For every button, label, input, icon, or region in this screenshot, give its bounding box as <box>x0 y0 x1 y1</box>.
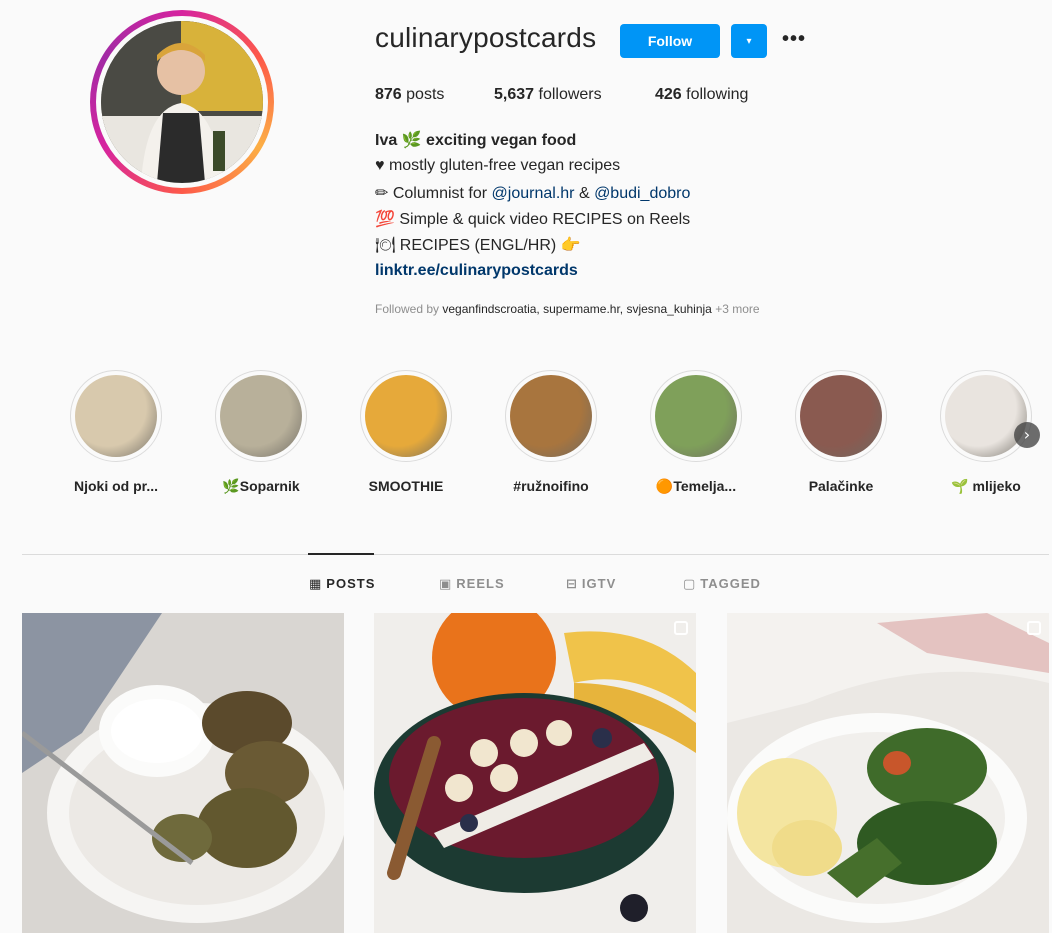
followers-count-value: 5,637 <box>494 86 535 103</box>
highlight-label: Njoki od pr... <box>73 478 158 494</box>
post-thumbnail[interactable] <box>374 613 696 933</box>
post-image-cabbage-rolls <box>727 613 1049 933</box>
bio-line-2-prefix: ✏ Columnist for <box>375 185 492 202</box>
bio-line-2-amp: & <box>574 185 595 202</box>
grid-icon: ▦ <box>309 577 323 592</box>
posts-count-label: posts <box>406 86 445 103</box>
avatar-illustration <box>101 21 263 183</box>
highlight-cover <box>945 375 1027 457</box>
highlight-cover <box>655 375 737 457</box>
followers-count-label: followers <box>538 86 602 103</box>
highlight-ring <box>360 370 452 462</box>
bio-line-2: ✏ Columnist for @journal.hr & @budi_dobr… <box>375 183 690 203</box>
more-icon: ••• <box>782 28 807 50</box>
following-count-value: 426 <box>655 86 682 103</box>
highlight-label: #ružnoifino <box>513 478 589 494</box>
tab-posts-label: POSTS <box>326 576 376 591</box>
highlight-cover <box>510 375 592 457</box>
highlight-ring <box>940 370 1032 462</box>
tab-tagged-label: TAGGED <box>700 576 761 591</box>
highlight-cover <box>220 375 302 457</box>
followers-link[interactable]: 5,637 followers <box>494 86 602 104</box>
highlight-label: SMOOTHIE <box>368 478 444 494</box>
highlight-label: Palačinke <box>808 478 874 494</box>
highlight-label: 🌱 mlijeko <box>951 478 1021 494</box>
highlight-item[interactable]: Palačinke <box>794 370 888 494</box>
chevron-right-icon: › <box>1023 425 1031 444</box>
follow-button[interactable]: Follow <box>620 24 720 58</box>
profile-display-name: Iva 🌿 exciting vegan food <box>375 132 577 149</box>
multiple-images-icon <box>1027 621 1041 635</box>
profile-avatar[interactable] <box>90 10 274 194</box>
multiple-images-icon <box>674 621 688 635</box>
profile-username: culinarypostcards <box>375 22 597 53</box>
highlight-item[interactable]: 🟠Temelja... <box>649 370 743 495</box>
highlight-item[interactable]: #ružnoifino <box>504 370 598 494</box>
active-tab-indicator <box>308 553 374 555</box>
post-thumbnail[interactable] <box>22 613 344 933</box>
highlight-item[interactable]: 🌿Soparnik <box>214 370 308 495</box>
highlight-cover <box>800 375 882 457</box>
bio-line-3: 💯 Simple & quick video RECIPES on Reels <box>375 211 691 228</box>
avatar-photo <box>101 21 263 183</box>
following-link[interactable]: 426 following <box>655 86 748 104</box>
tab-posts[interactable]: ▦ POSTS <box>309 576 375 592</box>
mention-budi-dobro-link[interactable]: @budi_dobro <box>594 185 690 202</box>
more-options-button[interactable]: ••• <box>782 28 806 51</box>
chevron-down-icon: ▾ <box>746 35 752 47</box>
bio-line-4: 🍽 RECIPES (ENGL/HR) 👉 <box>375 237 581 254</box>
suggested-dropdown-button[interactable]: ▾ <box>731 24 767 58</box>
posts-count: 876 posts <box>375 86 444 104</box>
posts-count-value: 876 <box>375 86 402 103</box>
highlight-ring <box>505 370 597 462</box>
tabs-divider <box>22 554 1049 555</box>
highlight-ring <box>795 370 887 462</box>
highlight-ring <box>650 370 742 462</box>
bio-external-link[interactable]: linktr.ee/culinarypostcards <box>375 262 578 280</box>
post-image-smoothie-bowl <box>374 613 696 933</box>
followed-by-names: veganfindscroatia, supermame.hr, svjesna… <box>442 302 712 316</box>
tagged-icon: ▢ <box>683 577 697 592</box>
highlight-item[interactable]: Njoki od pr... <box>69 370 163 494</box>
igtv-icon: ⊟ <box>566 577 578 592</box>
highlight-cover <box>75 375 157 457</box>
tab-reels[interactable]: ▣ REELS <box>439 576 505 592</box>
post-image-falafel <box>22 613 344 933</box>
highlight-cover <box>365 375 447 457</box>
followed-by[interactable]: Followed by veganfindscroatia, supermame… <box>375 302 760 316</box>
post-thumbnail[interactable] <box>727 613 1049 933</box>
tab-igtv-label: IGTV <box>581 576 617 591</box>
highlight-ring <box>70 370 162 462</box>
highlight-item[interactable]: SMOOTHIE <box>359 370 453 494</box>
tab-tagged[interactable]: ▢ TAGGED <box>683 576 761 592</box>
highlight-label: 🟠Temelja... <box>655 478 737 494</box>
following-count-label: following <box>686 86 749 103</box>
followed-by-more: +3 more <box>711 302 760 316</box>
bio-line-1: ♥ mostly gluten-free vegan recipes <box>375 157 621 174</box>
avatar-inner-ring <box>96 16 268 188</box>
tab-reels-label: REELS <box>456 576 505 591</box>
followed-by-prefix: Followed by <box>375 302 443 316</box>
highlight-label: 🌿Soparnik <box>222 478 300 494</box>
tab-igtv[interactable]: ⊟ IGTV <box>566 576 616 592</box>
highlight-ring <box>215 370 307 462</box>
mention-journal-link[interactable]: @journal.hr <box>492 185 575 202</box>
highlights-next-button[interactable]: › <box>1014 422 1040 448</box>
reels-icon: ▣ <box>439 577 453 592</box>
